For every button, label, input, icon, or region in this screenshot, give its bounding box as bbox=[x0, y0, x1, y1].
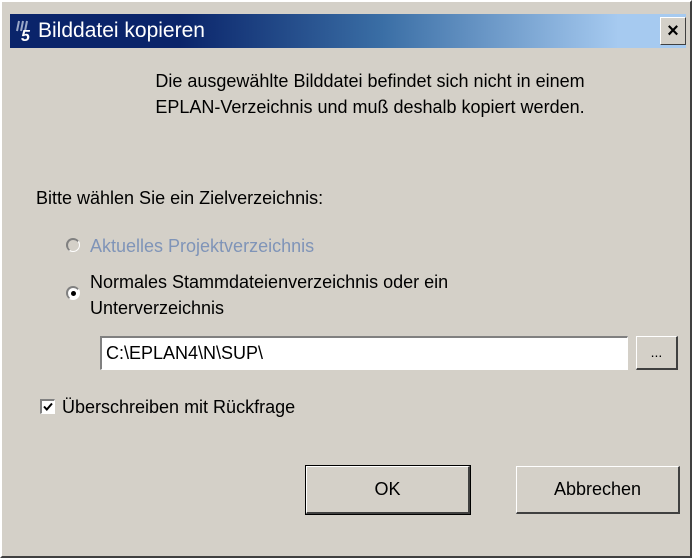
radio-button-master-data[interactable] bbox=[66, 286, 80, 300]
close-button[interactable]: × bbox=[660, 17, 686, 45]
info-message-line-1: Die ausgewählte Bilddatei befindet sich … bbox=[155, 71, 585, 91]
cancel-button[interactable]: Abbrechen bbox=[516, 466, 680, 514]
directory-path-input[interactable] bbox=[100, 336, 628, 370]
info-message: Die ausgewählte Bilddatei befindet sich … bbox=[90, 68, 650, 120]
svg-text:5: 5 bbox=[21, 28, 31, 45]
radio-button-current-project[interactable] bbox=[66, 238, 80, 252]
radio-label-master-data: Normales Stammdateienverzeichnis oder ei… bbox=[90, 269, 448, 321]
close-icon: × bbox=[667, 20, 679, 42]
radio-selected-dot bbox=[71, 291, 76, 296]
copy-image-dialog: 5 Bilddatei kopieren × Die ausgewählte B… bbox=[0, 0, 692, 558]
radio-label-master-data-line-2: Unterverzeichnis bbox=[90, 298, 225, 318]
radio-label-current-project: Aktuelles Projektverzeichnis bbox=[90, 236, 315, 256]
browse-button[interactable]: ... bbox=[636, 336, 678, 370]
checkmark-icon bbox=[43, 402, 53, 411]
ok-button[interactable]: OK bbox=[305, 465, 471, 515]
eplan-logo-icon: 5 bbox=[14, 17, 40, 45]
overwrite-checkbox[interactable] bbox=[40, 399, 55, 414]
radio-label-master-data-line-1: Normales Stammdateienverzeichnis oder ei… bbox=[90, 272, 449, 292]
info-message-line-2: EPLAN-Verzeichnis und muß deshalb kopier… bbox=[155, 97, 585, 117]
overwrite-checkbox-label: Überschreiben mit Rückfrage bbox=[62, 397, 296, 417]
target-directory-prompt: Bitte wählen Sie ein Zielverzeichnis: bbox=[36, 188, 324, 208]
title-bar[interactable]: 5 Bilddatei kopieren × bbox=[10, 14, 686, 48]
window-title: Bilddatei kopieren bbox=[38, 19, 205, 42]
